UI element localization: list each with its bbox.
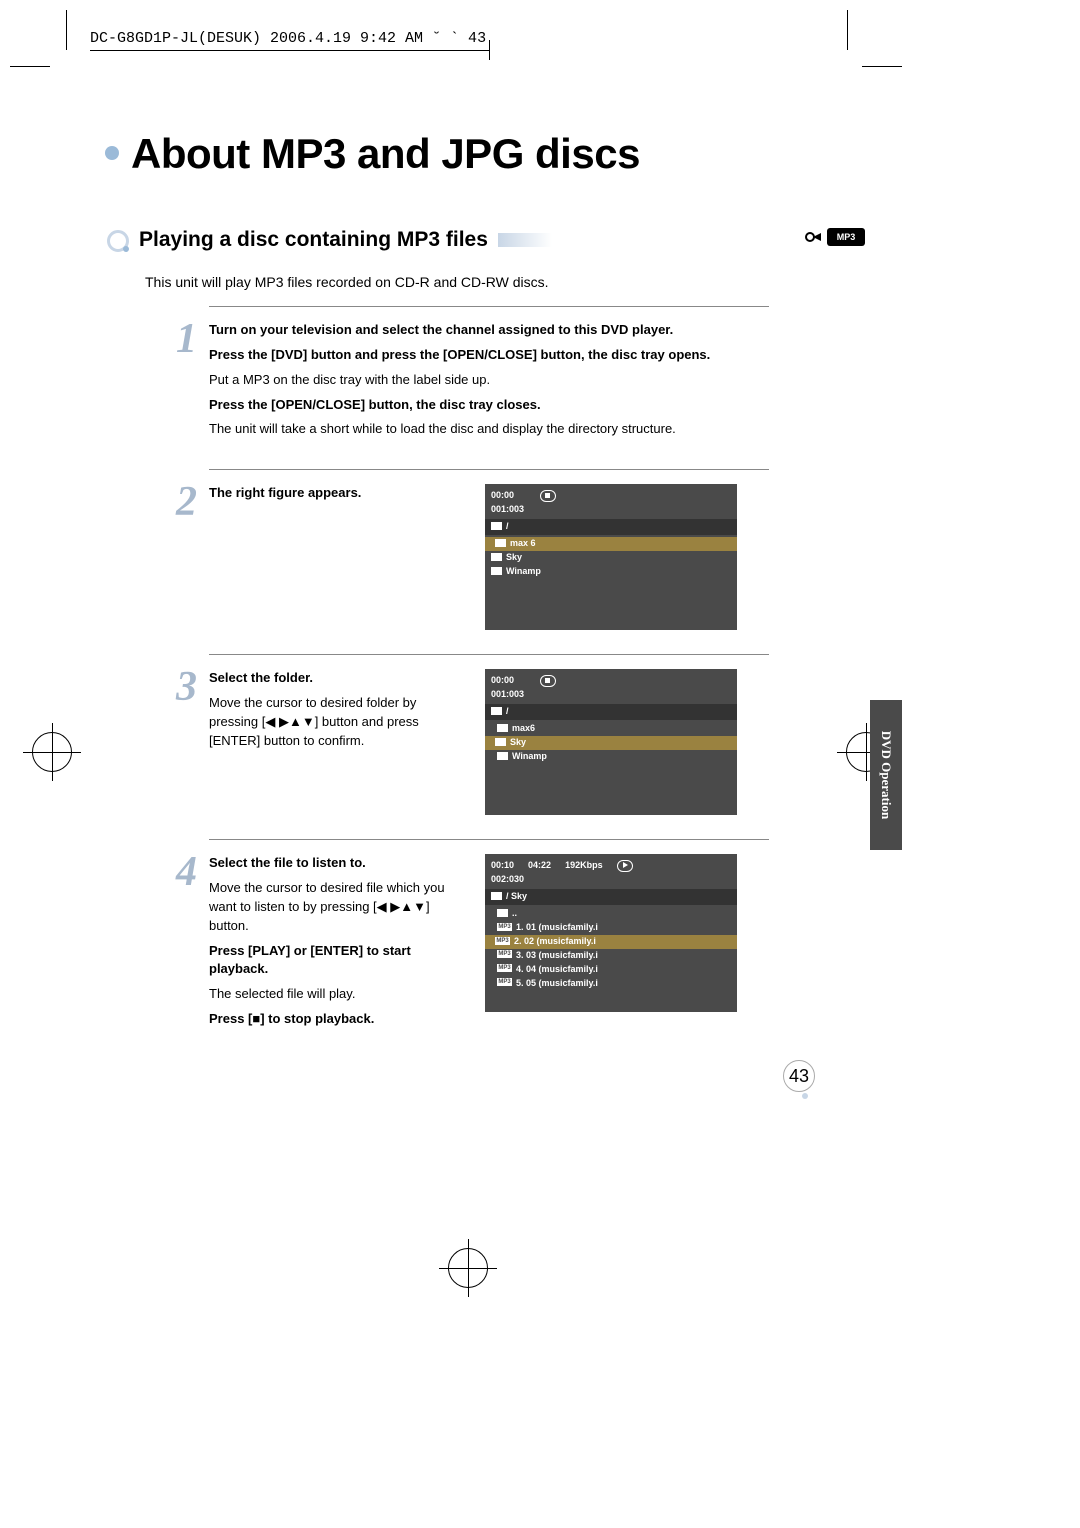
- folder-icon: [497, 724, 508, 732]
- osd-root: /: [506, 521, 509, 531]
- mp3-icon: MP3: [497, 978, 512, 986]
- step1-line1: Turn on your television and select the c…: [209, 321, 769, 340]
- folder-icon: [495, 539, 506, 547]
- step4-line5: Press [■] to stop playback.: [209, 1010, 465, 1029]
- osd-item: Winamp: [512, 751, 547, 761]
- step-4: 4 Select the file to listen to. Move the…: [209, 839, 769, 1059]
- mp3-icon: MP3: [497, 950, 512, 958]
- folder-icon: [495, 738, 506, 746]
- step1-line5: The unit will take a short while to load…: [209, 420, 769, 439]
- osd-counter: 002:030: [491, 873, 731, 887]
- osd-item: 1. 01 (musicfamily.i: [516, 922, 598, 932]
- osd-time: 00:00: [491, 489, 514, 503]
- mp3-badge: MP3: [827, 228, 865, 246]
- step-number: 3: [176, 663, 197, 711]
- osd-item: Sky: [510, 737, 526, 747]
- mp3-icon: MP3: [495, 937, 510, 945]
- side-tab: DVD Operation: [870, 700, 902, 850]
- osd-item: 3. 03 (musicfamily.i: [516, 950, 598, 960]
- step-2: 2 The right figure appears. 00:00 001:00…: [209, 469, 769, 654]
- step3-line1: Select the folder.: [209, 669, 465, 688]
- osd-item: max6: [512, 723, 535, 733]
- step2-line1: The right figure appears.: [209, 484, 465, 503]
- osd-counter: 001:003: [491, 688, 731, 702]
- step-number: 4: [176, 848, 197, 896]
- step3-line2: Move the cursor to desired folder by pre…: [209, 694, 465, 751]
- osd-item: Winamp: [506, 566, 541, 576]
- folder-icon: [497, 752, 508, 760]
- intro-text: This unit will play MP3 files recorded o…: [145, 274, 825, 290]
- mp3-icon: MP3: [497, 964, 512, 972]
- osd-up: ..: [512, 908, 517, 918]
- stop-icon: [540, 490, 556, 502]
- page-title: About MP3 and JPG discs: [105, 130, 825, 178]
- osd-time: 00:00: [491, 674, 514, 688]
- section-subhead: Playing a disc containing MP3 files: [139, 228, 488, 252]
- folder-icon: [491, 707, 502, 715]
- step4-line3: Press [PLAY] or [ENTER] to start playbac…: [209, 942, 465, 980]
- osd-item: 5. 05 (musicfamily.i: [516, 978, 598, 988]
- print-header-text: DC-G8GD1P-JL(DESUK) 2006.4.19 9:42 AM ˘ …: [90, 30, 486, 47]
- step1-line3: Put a MP3 on the disc tray with the labe…: [209, 371, 769, 390]
- osd-figure-step2: 00:00 001:003 / max 6 Sky Winamp: [485, 484, 737, 630]
- osd-root: / Sky: [506, 891, 527, 901]
- step1-line2: Press the [DVD] button and press the [OP…: [209, 346, 769, 365]
- title-bullet-icon: [105, 146, 119, 160]
- folder-icon: [491, 892, 502, 900]
- osd-item: max 6: [510, 538, 536, 548]
- folder-icon: [491, 522, 502, 530]
- step-number: 1: [176, 315, 197, 363]
- mp3-icon: MP3: [497, 923, 512, 931]
- mp3-badge-text: MP3: [837, 232, 856, 242]
- osd-bitrate: 192Kbps: [565, 859, 603, 873]
- step4-line1: Select the file to listen to.: [209, 854, 465, 873]
- print-header: DC-G8GD1P-JL(DESUK) 2006.4.19 9:42 AM ˘ …: [90, 30, 486, 47]
- osd-item: Sky: [506, 552, 522, 562]
- osd-item: 2. 02 (musicfamily.i: [514, 936, 596, 946]
- folder-icon: [491, 553, 502, 561]
- osd-figure-step4: 00:10 04:22 192Kbps 002:030 / Sky .. MP3…: [485, 854, 737, 1012]
- page-title-text: About MP3 and JPG discs: [131, 130, 640, 177]
- step1-line4: Press the [OPEN/CLOSE] button, the disc …: [209, 396, 769, 415]
- page-number-text: 43: [789, 1066, 809, 1087]
- osd-item: 4. 04 (musicfamily.i: [516, 964, 598, 974]
- stop-icon: [540, 675, 556, 687]
- osd-duration: 04:22: [528, 859, 551, 873]
- step-number: 2: [176, 478, 197, 526]
- step4-line4: The selected file will play.: [209, 985, 465, 1004]
- osd-root: /: [506, 706, 509, 716]
- osd-time: 00:10: [491, 859, 514, 873]
- folder-icon: [497, 909, 508, 917]
- subhead-bullet-icon: [105, 230, 129, 250]
- step4-line2: Move the cursor to desired file which yo…: [209, 879, 465, 936]
- side-tab-label: DVD Operation: [878, 731, 894, 819]
- step-3: 3 Select the folder. Move the cursor to …: [209, 654, 769, 839]
- play-icon: [617, 860, 633, 872]
- step-1: 1 Turn on your television and select the…: [209, 306, 769, 469]
- osd-counter: 001:003: [491, 503, 731, 517]
- subhead-bar: [498, 233, 558, 247]
- folder-icon: [491, 567, 502, 575]
- page-number: 43: [783, 1060, 815, 1092]
- osd-figure-step3: 00:00 001:003 / max6 Sky Winamp: [485, 669, 737, 815]
